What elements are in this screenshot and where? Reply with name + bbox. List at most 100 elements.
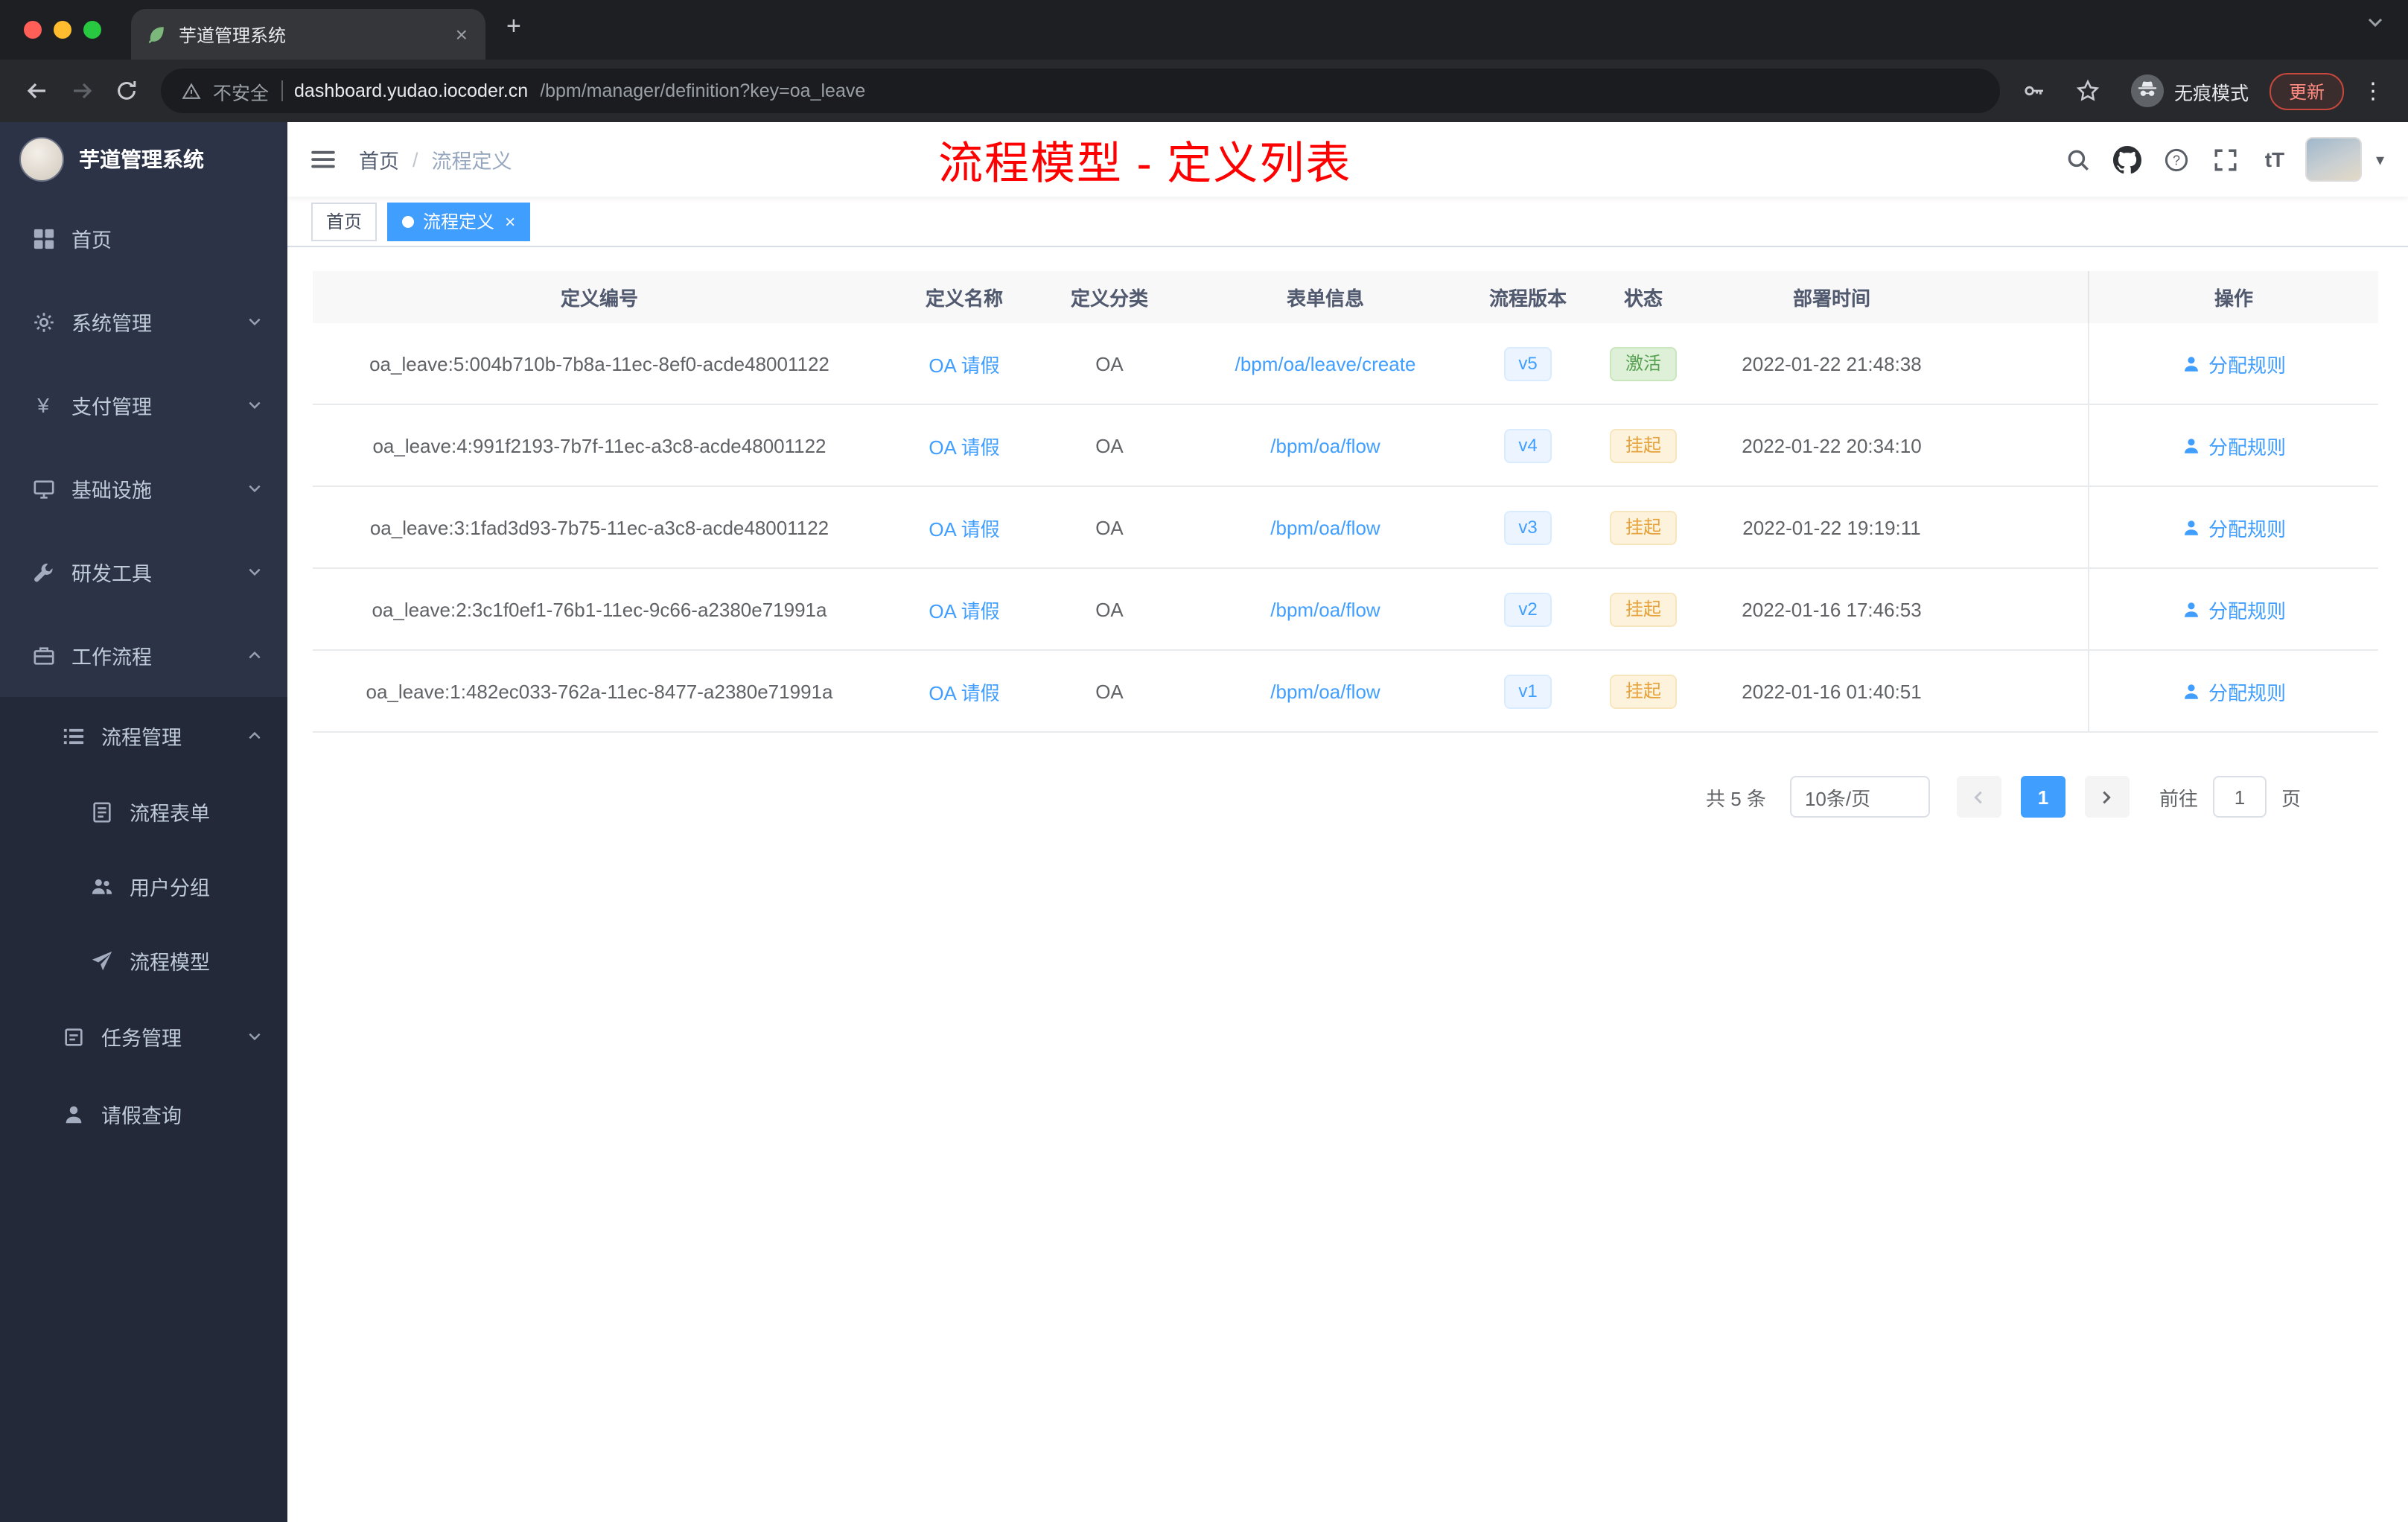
- password-key-icon[interactable]: [2012, 69, 2057, 113]
- fullscreen-icon[interactable]: [2208, 141, 2243, 177]
- sidebar-item-payment[interactable]: ¥ 支付管理: [0, 363, 287, 447]
- chrome-update-button[interactable]: 更新: [2269, 72, 2344, 109]
- definition-name-link[interactable]: OA 请假: [929, 349, 999, 378]
- page-size-select[interactable]: 10条/页: [1789, 776, 1931, 818]
- definition-name-link[interactable]: OA 请假: [929, 513, 999, 541]
- table-row: oa_leave:5:004b710b-7b8a-11ec-8ef0-acde4…: [313, 323, 2378, 405]
- deploy-time: 2022-01-16 01:40:51: [1742, 680, 1922, 702]
- tag-home[interactable]: 首页: [311, 202, 378, 241]
- window-minimize-button[interactable]: [54, 21, 71, 39]
- version-tag: v3: [1503, 510, 1552, 544]
- browser-menu-button[interactable]: ⋮: [2353, 77, 2393, 104]
- assign-rule-link[interactable]: 分配规则: [2182, 431, 2286, 459]
- version-tag: v2: [1503, 592, 1552, 626]
- form-info-link[interactable]: /bpm/oa/flow: [1270, 680, 1380, 702]
- github-icon[interactable]: [2109, 141, 2145, 177]
- avatar-caret-icon[interactable]: ▾: [2376, 150, 2393, 169]
- goto-page-input[interactable]: [2212, 776, 2267, 818]
- definition-category: OA: [1095, 434, 1124, 456]
- assign-rule-link[interactable]: 分配规则: [2182, 677, 2286, 705]
- sidebar-item-process-model[interactable]: 流程模型: [0, 923, 287, 998]
- sidebar-item-task-manage[interactable]: 任务管理: [0, 998, 287, 1075]
- app-title: 芋道管理系统: [79, 147, 204, 171]
- workflow-icon: [31, 644, 55, 666]
- status-badge: 挂起: [1610, 592, 1676, 626]
- chevron-icon: [247, 648, 262, 663]
- browser-window: 芋道管理系统 × + 不安全 dashboard.yudao.iocoder.c…: [0, 0, 2408, 1522]
- current-page-button[interactable]: 1: [2020, 776, 2065, 818]
- next-page-button[interactable]: [2084, 776, 2130, 818]
- table-row: oa_leave:2:3c1f0ef1-76b1-11ec-9c66-a2380…: [313, 569, 2378, 651]
- incognito-label: 无痕模式: [2173, 83, 2249, 104]
- form-info-link[interactable]: /bpm/oa/flow: [1270, 434, 1380, 456]
- tab-favicon-icon: [146, 24, 167, 45]
- tab-search-chevron-icon[interactable]: [2366, 12, 2384, 39]
- sidebar-item-user-group[interactable]: 用户分组: [0, 849, 287, 923]
- assign-rule-link[interactable]: 分配规则: [2182, 349, 2286, 378]
- bookmark-star-icon[interactable]: [2065, 69, 2110, 113]
- dashboard-icon: [31, 227, 55, 249]
- window-zoom-button[interactable]: [83, 21, 101, 39]
- sidebar-item-infra[interactable]: 基础设施: [0, 447, 287, 530]
- search-icon[interactable]: [2060, 141, 2096, 177]
- person-icon: [2182, 599, 2201, 619]
- assign-rule-link[interactable]: 分配规则: [2182, 513, 2286, 541]
- version-tag: v4: [1503, 428, 1552, 462]
- definition-name-link[interactable]: OA 请假: [929, 595, 999, 623]
- page-content: 定义编号 定义名称 定义分类 表单信息 流程版本 状态 部署时间 操作 oa_l…: [287, 247, 2408, 1522]
- status-badge: 挂起: [1610, 428, 1676, 462]
- sidebar-item-leave-query[interactable]: 请假查询: [0, 1075, 287, 1153]
- definition-name-link[interactable]: OA 请假: [929, 677, 999, 705]
- sidebar-logo[interactable]: 芋道管理系统: [0, 122, 287, 197]
- person-icon: [2182, 681, 2201, 701]
- breadcrumb-home[interactable]: 首页: [359, 144, 399, 174]
- sidebar-collapse-button[interactable]: [287, 146, 359, 173]
- address-bar[interactable]: 不安全 dashboard.yudao.iocoder.cn /bpm/mana…: [161, 69, 2000, 113]
- chevron-icon: [247, 398, 262, 413]
- form-info-link[interactable]: /bpm/oa/flow: [1270, 598, 1380, 620]
- definition-name-link[interactable]: OA 请假: [929, 431, 999, 459]
- version-tag: v1: [1503, 674, 1552, 708]
- sidebar-item-process-form[interactable]: 流程表单: [0, 774, 287, 849]
- security-label[interactable]: 不安全: [213, 77, 269, 105]
- column-header: 状态: [1623, 287, 1663, 310]
- browser-tab[interactable]: 芋道管理系统 ×: [131, 9, 485, 60]
- person-icon: [61, 1103, 85, 1125]
- svg-text:?: ?: [2173, 152, 2180, 167]
- font-size-icon[interactable]: tT: [2257, 141, 2293, 177]
- incognito-badge[interactable]: 无痕模式: [2119, 74, 2261, 107]
- table-header: 定义编号 定义名称 定义分类 表单信息 流程版本 状态 部署时间 操作: [313, 271, 2378, 323]
- form-info-link[interactable]: /bpm/oa/leave/create: [1235, 352, 1416, 375]
- help-icon[interactable]: ?: [2159, 141, 2194, 177]
- person-icon: [2182, 436, 2201, 455]
- sidebar-item-workflow[interactable]: 工作流程: [0, 614, 287, 697]
- user-avatar[interactable]: [2305, 137, 2363, 182]
- top-navbar: 首页 / 流程定义 流程模型 - 定义列表 ? tT ▾: [287, 122, 2408, 197]
- definition-id: oa_leave:2:3c1f0ef1-76b1-11ec-9c66-a2380…: [372, 598, 827, 620]
- tag-process-definition[interactable]: 流程定义 ×: [387, 202, 531, 241]
- new-tab-button[interactable]: +: [506, 12, 521, 42]
- form-info-link[interactable]: /bpm/oa/flow: [1270, 516, 1380, 538]
- back-button[interactable]: [15, 69, 60, 113]
- column-header: 表单信息: [1286, 287, 1364, 310]
- reload-button[interactable]: [104, 69, 149, 113]
- list-icon: [61, 725, 85, 747]
- forward-button[interactable]: [60, 69, 104, 113]
- page-annotation: 流程模型 - 定义列表: [938, 140, 1352, 189]
- sidebar-item-home[interactable]: 首页: [0, 197, 287, 280]
- definition-id: oa_leave:5:004b710b-7b8a-11ec-8ef0-acde4…: [369, 352, 829, 375]
- definition-id: oa_leave:3:1fad3d93-7b75-11ec-a3c8-acde4…: [369, 516, 829, 538]
- prev-page-button[interactable]: [1956, 776, 2001, 818]
- infra-icon: [31, 477, 55, 500]
- sidebar-item-process-manage[interactable]: 流程管理: [0, 697, 287, 774]
- definition-category: OA: [1095, 352, 1124, 375]
- assign-rule-link[interactable]: 分配规则: [2182, 595, 2286, 623]
- window-close-button[interactable]: [24, 21, 42, 39]
- tag-close-icon[interactable]: ×: [505, 211, 515, 232]
- url-domain: dashboard.yudao.iocoder.cn: [294, 80, 529, 101]
- breadcrumb: 首页 / 流程定义: [359, 144, 512, 174]
- sidebar-item-devtools[interactable]: 研发工具: [0, 530, 287, 614]
- definition-table: 定义编号 定义名称 定义分类 表单信息 流程版本 状态 部署时间 操作 oa_l…: [313, 271, 2378, 733]
- sidebar-item-system[interactable]: 系统管理: [0, 280, 287, 363]
- tab-close-icon[interactable]: ×: [453, 22, 471, 46]
